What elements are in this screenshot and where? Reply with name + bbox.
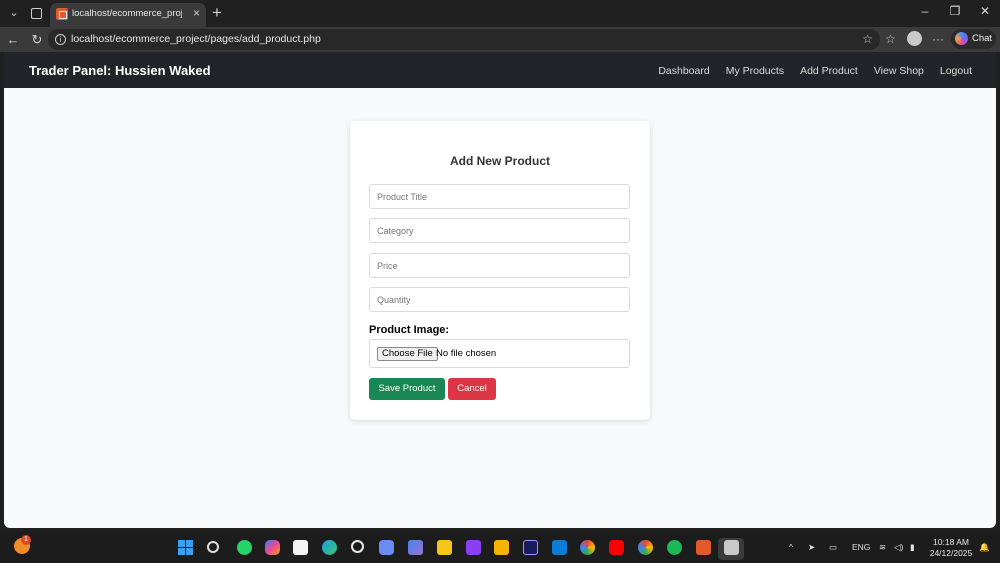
tab-title: localhost/ecommerce_project/pag xyxy=(72,8,182,19)
nav-view-shop[interactable]: View Shop xyxy=(874,65,924,77)
location-icon[interactable]: ➤ xyxy=(808,542,815,553)
cancel-button[interactable]: Cancel xyxy=(448,378,496,400)
tab-list-icon[interactable]: ⌄ xyxy=(6,5,22,21)
app-icon[interactable] xyxy=(466,540,481,555)
product-title-input[interactable] xyxy=(369,184,630,209)
save-product-button[interactable]: Save Product xyxy=(369,378,445,400)
premiere-icon[interactable] xyxy=(523,540,538,555)
file-input: Choose File No file chosen xyxy=(369,339,630,368)
chat-label: Chat xyxy=(972,33,993,44)
store-icon[interactable] xyxy=(293,540,308,555)
weather-badge: 1 xyxy=(21,535,31,545)
display-icon[interactable]: ▭ xyxy=(829,542,837,553)
chrome-icon[interactable] xyxy=(580,540,595,555)
browser-tab-strip: ⌄ localhost/ecommerce_project/pag × + – … xyxy=(0,0,1000,27)
start-icon[interactable] xyxy=(178,540,193,555)
favorite-star-icon[interactable]: ☆ xyxy=(862,32,873,46)
product-image-label: Product Image: xyxy=(369,324,450,336)
notification-icon[interactable]: 🔔 xyxy=(979,542,990,553)
address-bar-row: ← ↻ i localhost/ecommerce_project/pages/… xyxy=(0,27,1000,52)
copilot-icon xyxy=(955,32,968,45)
xampp-icon[interactable] xyxy=(696,540,711,555)
close-window-icon[interactable]: ✕ xyxy=(970,4,1000,18)
date-text: 24/12/2025 xyxy=(929,548,973,558)
whatsapp-icon[interactable] xyxy=(237,540,252,555)
restore-icon[interactable]: ❐ xyxy=(940,4,970,18)
site-info-icon[interactable]: i xyxy=(55,34,66,45)
time-text: 10:18 AM xyxy=(933,537,969,547)
wifi-icon[interactable]: ≋ xyxy=(879,542,886,553)
more-menu-icon[interactable]: ··· xyxy=(932,32,944,46)
page-viewport: Trader Panel: Hussien Waked Dashboard My… xyxy=(4,52,996,528)
chrome-profile-icon[interactable] xyxy=(638,540,653,555)
volume-icon[interactable]: ◁) xyxy=(894,542,903,553)
search-icon[interactable] xyxy=(207,541,219,553)
taskbar: 1 ^ ➤ ▭ ENG ≋ ◁) ▮ 10:18 AM 24/12/2025 🔔 xyxy=(0,532,1000,563)
gemini-icon[interactable] xyxy=(408,540,423,555)
vscode-icon[interactable] xyxy=(552,540,567,555)
category-input[interactable] xyxy=(369,218,630,243)
quantity-input[interactable] xyxy=(369,287,630,312)
form-title: Add New Product xyxy=(449,154,550,168)
new-tab-icon[interactable]: + xyxy=(212,3,222,23)
nav-dashboard[interactable]: Dashboard xyxy=(658,65,709,77)
copilot-app-icon[interactable] xyxy=(265,540,280,555)
spotify-icon[interactable] xyxy=(667,540,682,555)
price-input[interactable] xyxy=(369,253,630,278)
xampp-favicon-icon xyxy=(56,8,68,20)
brand-title[interactable]: Trader Panel: Hussien Waked xyxy=(29,63,211,78)
minimize-icon[interactable]: – xyxy=(910,4,940,18)
language-indicator[interactable]: ENG xyxy=(852,542,870,552)
nav-my-products[interactable]: My Products xyxy=(726,65,784,77)
tab-actions-icon[interactable] xyxy=(28,5,44,21)
copilot-chat-button[interactable]: Chat xyxy=(951,29,996,49)
nav-add-product[interactable]: Add Product xyxy=(800,65,858,77)
profile-avatar[interactable] xyxy=(907,31,922,46)
snipping-tool-icon[interactable] xyxy=(724,540,739,555)
favorites-icon[interactable]: ☆ xyxy=(885,32,896,46)
reload-icon[interactable]: ↻ xyxy=(28,31,46,48)
app-icon[interactable] xyxy=(437,540,452,555)
chatgpt-icon[interactable] xyxy=(351,540,364,553)
add-product-card: Add New Product Product Image: Choose Fi… xyxy=(350,121,650,420)
file-status-text: No file chosen xyxy=(436,348,497,359)
browser-tab[interactable]: localhost/ecommerce_project/pag × xyxy=(50,3,206,27)
weather-widget-icon[interactable]: 1 xyxy=(14,535,31,554)
nav-links: Dashboard My Products Add Product View S… xyxy=(658,65,972,77)
close-tab-icon[interactable]: × xyxy=(193,6,200,20)
address-bar[interactable]: i localhost/ecommerce_project/pages/add_… xyxy=(48,29,880,50)
clock[interactable]: 10:18 AM 24/12/2025 xyxy=(928,537,974,559)
app-icon[interactable] xyxy=(379,540,394,555)
file-explorer-icon[interactable] xyxy=(494,540,509,555)
nav-logout[interactable]: Logout xyxy=(940,65,972,77)
choose-file-button[interactable]: Choose File xyxy=(377,347,438,361)
battery-icon[interactable]: ▮ xyxy=(910,542,915,553)
edge-icon[interactable] xyxy=(322,540,337,555)
youtube-icon[interactable] xyxy=(609,540,624,555)
back-icon[interactable]: ← xyxy=(4,31,22,48)
tray-expand-icon[interactable]: ^ xyxy=(789,542,793,552)
url-text[interactable]: localhost/ecommerce_project/pages/add_pr… xyxy=(71,33,321,45)
site-navbar: Trader Panel: Hussien Waked Dashboard My… xyxy=(4,52,996,88)
